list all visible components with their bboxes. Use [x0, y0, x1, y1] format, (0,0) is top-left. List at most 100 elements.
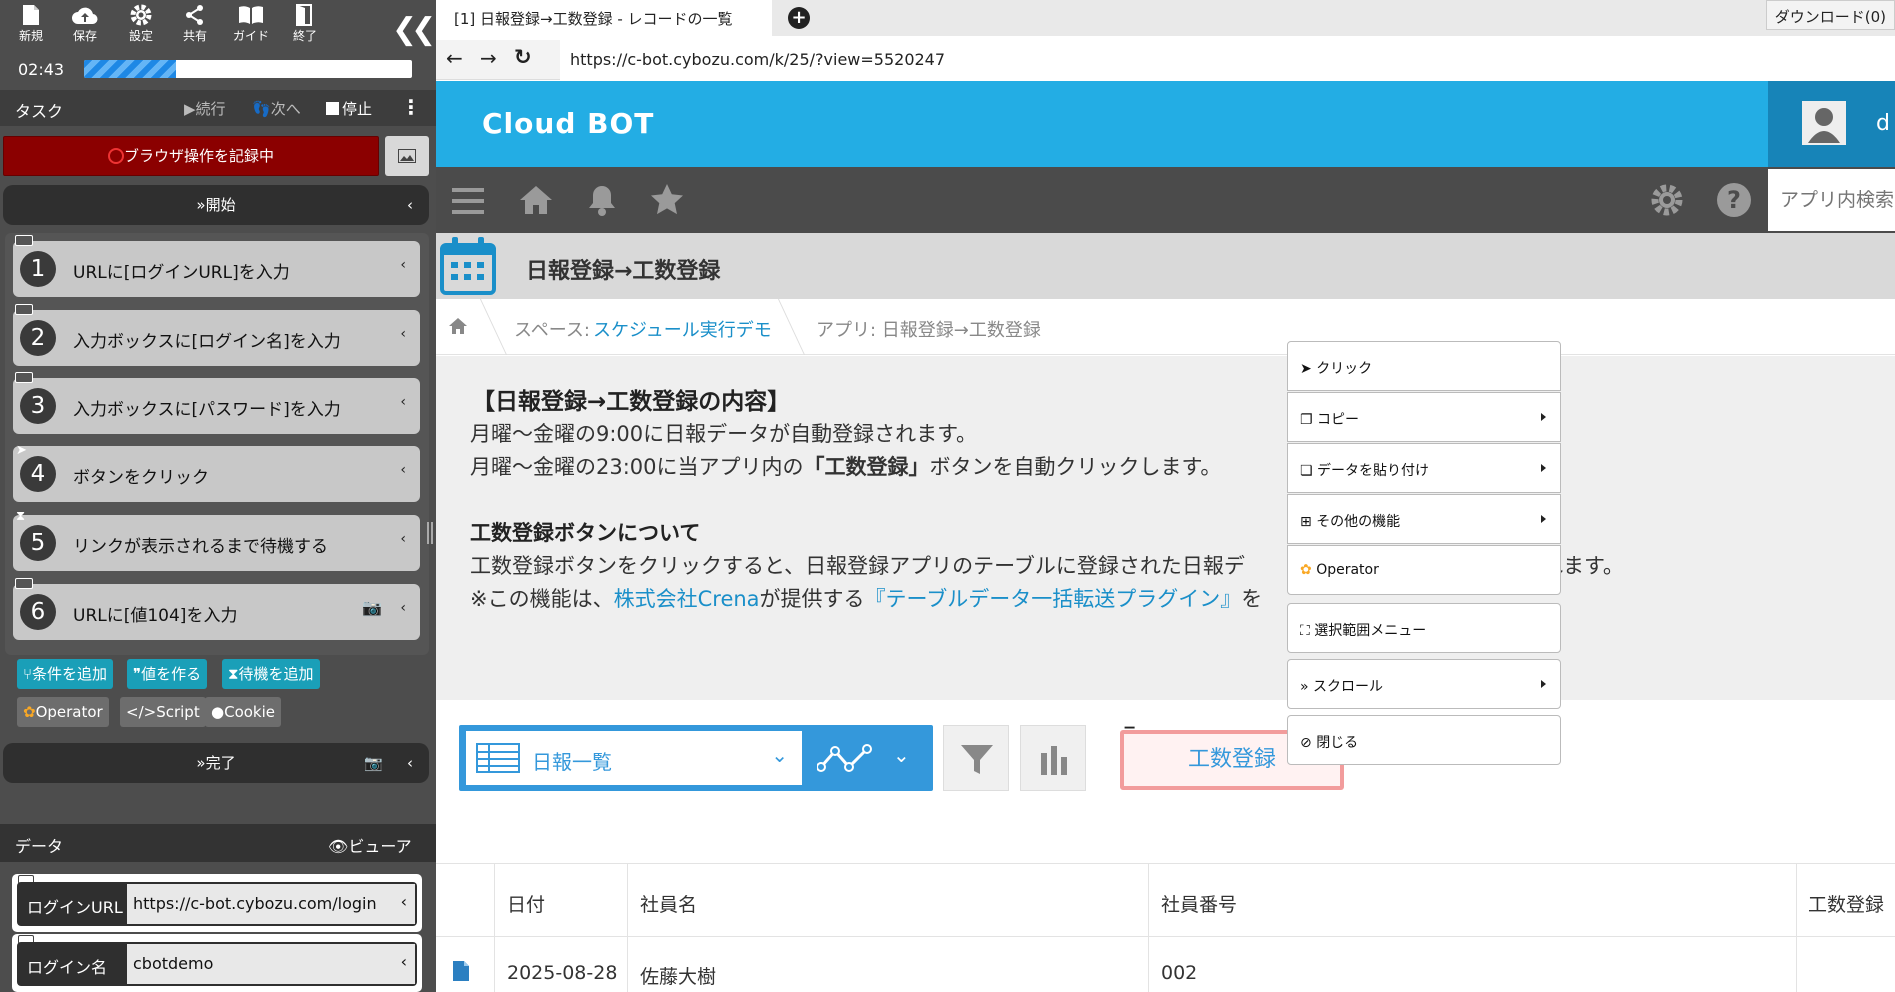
- share-button[interactable]: 共有: [168, 2, 222, 48]
- download-button[interactable]: ダウンロード(0): [1765, 0, 1895, 30]
- kebab-menu-icon[interactable]: ⋮: [401, 95, 421, 119]
- new-tab-icon[interactable]: +: [788, 7, 810, 29]
- script-button[interactable]: </>Script: [120, 697, 206, 727]
- breadcrumb-space-link[interactable]: スケジュール実行デモ: [593, 316, 772, 342]
- continue-button[interactable]: ▶続行: [184, 98, 226, 119]
- camera-icon[interactable]: 📷: [364, 743, 383, 783]
- step-number: 3: [20, 388, 56, 424]
- cookie-button[interactable]: ●Cookie: [205, 697, 282, 727]
- progress-fill: [84, 60, 176, 78]
- add-condition-button[interactable]: ⑂条件を追加: [17, 659, 114, 689]
- operator-button[interactable]: ✿Operator: [17, 697, 109, 727]
- step-5[interactable]: ⧗ 5 リンクが表示されるまで待機する ‹: [13, 509, 420, 571]
- ctx-close[interactable]: ⊘ 閉じる: [1287, 715, 1561, 765]
- chevron-left-icon[interactable]: ‹: [400, 326, 406, 342]
- chevron-left-icon[interactable]: ‹: [400, 531, 406, 547]
- recording-label: ブラウザ操作を記録中: [123, 147, 274, 165]
- settings-button[interactable]: 設定: [114, 2, 168, 48]
- chevron-left-icon[interactable]: ‹: [400, 462, 406, 478]
- app-title-bar: 日報登録→工数登録: [436, 233, 1895, 299]
- help-icon[interactable]: ?: [1717, 183, 1751, 217]
- ctx-label: スクロール: [1313, 679, 1384, 695]
- viewer-button[interactable]: 👁ビューア: [328, 833, 412, 857]
- ctx-selection-menu[interactable]: ⛶ 選択範囲メニュー: [1287, 603, 1561, 653]
- chevron-down-icon[interactable]: ⌄: [893, 743, 910, 767]
- table-header-cell[interactable]: 工数登録: [1808, 890, 1884, 917]
- step-label: URLに[ログインURL]を入力: [73, 263, 290, 283]
- chevron-left-icon[interactable]: ‹: [400, 394, 406, 410]
- screenshot-thumb-button[interactable]: [385, 136, 429, 176]
- add-wait-label: 待機を追加: [238, 665, 314, 683]
- view-selector-bar: 日報一覧 ⌄ ⌄: [459, 725, 933, 791]
- new-button[interactable]: 新規: [4, 2, 58, 48]
- next-button[interactable]: 👣次へ: [252, 98, 301, 119]
- bell-icon[interactable]: [586, 183, 618, 217]
- nav-bar: ?: [436, 167, 1895, 233]
- back-icon[interactable]: ←: [446, 46, 463, 70]
- url-input[interactable]: https://c-bot.cybozu.com/k/25/?view=5520…: [560, 40, 1895, 80]
- ctx-label: コピー: [1317, 412, 1360, 428]
- cloud-upload-icon: [72, 7, 98, 25]
- user-icon: [1808, 108, 1840, 143]
- chevron-left-icon[interactable]: ‹: [400, 257, 406, 273]
- exit-button[interactable]: 終了: [278, 2, 332, 48]
- reload-icon[interactable]: ↻: [514, 45, 532, 69]
- guide-button[interactable]: ガイド: [224, 2, 278, 48]
- graph-icon[interactable]: [817, 741, 873, 775]
- double-chevron-down-icon: »: [1300, 679, 1309, 695]
- make-value-button[interactable]: ❞値を作る: [127, 659, 208, 689]
- forward-icon[interactable]: →: [480, 46, 497, 70]
- ctx-copy[interactable]: ❐ コピー: [1287, 392, 1561, 442]
- chevron-left-icon[interactable]: ‹: [407, 185, 413, 225]
- ctx-other-features[interactable]: ⊞ その他の機能: [1287, 494, 1561, 544]
- step-2[interactable]: 2 入力ボックスに[ログイン名]を入力 ‹: [13, 304, 420, 366]
- graph-button[interactable]: [1020, 725, 1086, 791]
- step-3[interactable]: 3 入力ボックスに[パスワード]を入力 ‹: [13, 372, 420, 434]
- stop-checkbox[interactable]: 停止: [326, 98, 372, 119]
- start-block[interactable]: »開始 ‹: [3, 185, 429, 225]
- table-header-cell[interactable]: 社員番号: [1161, 890, 1237, 917]
- filter-button[interactable]: [943, 725, 1009, 791]
- browser-tab[interactable]: [1] 日報登録→工数登録 - レコードの一覧: [436, 0, 772, 36]
- ctx-operator[interactable]: ✿ Operator: [1287, 545, 1561, 595]
- add-wait-button[interactable]: ⧗待機を追加: [222, 659, 320, 689]
- chevron-left-icon[interactable]: ‹: [407, 743, 413, 783]
- hourglass-icon: ⧗: [228, 665, 239, 683]
- new-label: 新規: [18, 29, 43, 43]
- chevron-left-icon[interactable]: ‹: [401, 952, 407, 971]
- chevron-down-icon: ⌄: [771, 743, 788, 767]
- step-4[interactable]: ➤ 4 ボタンをクリック ‹: [13, 443, 420, 502]
- keyboard-icon: [15, 372, 33, 383]
- recording-status-button[interactable]: ブラウザ操作を記録中: [3, 136, 379, 176]
- field-value[interactable]: cbotdemo: [127, 944, 415, 984]
- gear-icon[interactable]: [1650, 183, 1684, 217]
- view-selector[interactable]: 日報一覧 ⌄: [466, 731, 802, 785]
- step-1[interactable]: 1 URLに[ログインURL]を入力 ‹: [13, 235, 420, 297]
- field-label: ログインURL: [27, 898, 123, 917]
- collapse-sidebar-icon[interactable]: ❮❮: [392, 12, 436, 47]
- home-icon[interactable]: [519, 184, 553, 216]
- table-header-cell[interactable]: 社員名: [640, 890, 697, 917]
- field-value[interactable]: https://c-bot.cybozu.com/login: [127, 884, 415, 924]
- resize-handle[interactable]: [427, 522, 433, 544]
- ctx-scroll[interactable]: » スクロール: [1287, 659, 1561, 709]
- document-icon[interactable]: [452, 960, 470, 982]
- chevron-left-icon[interactable]: ‹: [400, 600, 406, 616]
- chevron-left-icon[interactable]: ‹: [401, 892, 407, 911]
- ctx-click[interactable]: ➤ クリック: [1287, 341, 1561, 391]
- crena-link[interactable]: 株式会社Crena: [614, 587, 760, 611]
- plugin-link[interactable]: 『テーブルデータ一括転送プラグイン』: [865, 587, 1242, 611]
- app-search-input[interactable]: [1768, 169, 1895, 231]
- table-header-cell[interactable]: 日付: [507, 890, 545, 917]
- save-button[interactable]: 保存: [58, 2, 112, 48]
- data-header: データ 👁ビューア: [0, 824, 436, 862]
- hamburger-menu-icon[interactable]: [452, 188, 484, 214]
- desc-heading: 工数登録ボタンについて: [470, 521, 701, 545]
- step-6[interactable]: 6 URLに[値104]を入力 📷 ‹: [13, 578, 420, 640]
- home-icon[interactable]: [448, 317, 468, 335]
- camera-icon[interactable]: 📷: [362, 598, 382, 617]
- user-menu[interactable]: d: [1768, 81, 1895, 167]
- finish-block[interactable]: »完了 📷 ‹: [3, 743, 429, 783]
- star-icon[interactable]: [650, 183, 684, 215]
- ctx-paste[interactable]: ❏ データを貼り付け: [1287, 443, 1561, 493]
